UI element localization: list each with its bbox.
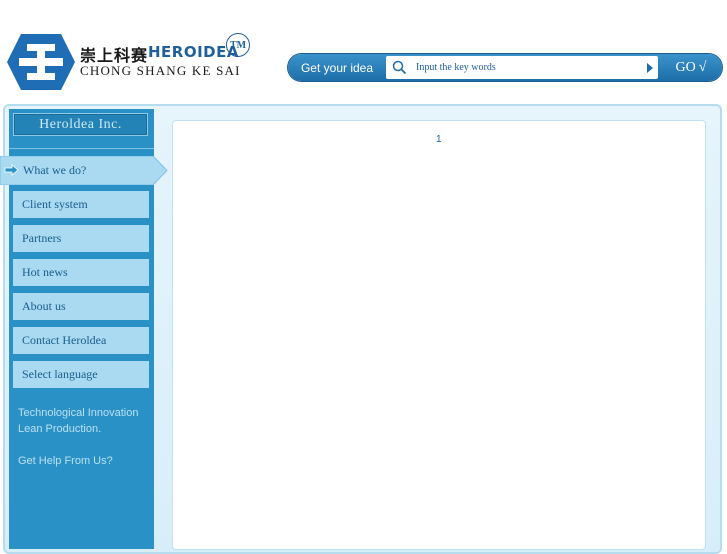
nav-item-about-us[interactable]: About us — [13, 293, 149, 320]
nav-item-select-language[interactable]: Select language — [13, 361, 149, 388]
company-name: Heroldea Inc. — [13, 113, 148, 136]
pointing-hand-icon — [4, 164, 19, 176]
search-box — [386, 56, 658, 79]
heroidea-logo-icon — [7, 34, 75, 90]
magnifier-icon — [392, 60, 407, 75]
content-panel — [172, 120, 706, 550]
tagline-lean: Lean Production. — [18, 423, 102, 435]
checkmark-icon: √ — [698, 59, 707, 75]
nav-item-what-we-do-label: What we do? — [23, 163, 87, 177]
sidebar-divider — [9, 148, 154, 149]
go-button[interactable]: GO √ — [660, 54, 722, 81]
search-label: Get your idea — [300, 60, 374, 75]
nav-item-hot-news[interactable]: Hot news — [13, 259, 149, 286]
nav-item-contact[interactable]: Contact Heroldea — [13, 327, 149, 354]
go-button-label: GO — [675, 59, 696, 75]
nav-item-partners[interactable]: Partners — [13, 225, 149, 252]
page-number[interactable]: 1 — [436, 134, 442, 145]
search-bar: Get your idea GO √ — [288, 54, 722, 81]
logo-pinyin-name: CHONG SHANG KE SAI — [80, 63, 241, 78]
help-link[interactable]: Get Help From Us? — [18, 455, 113, 467]
nav-item-client-system[interactable]: Client system — [13, 191, 149, 218]
tagline-innovation: Technological Innovation — [18, 407, 139, 419]
search-input[interactable] — [416, 56, 640, 79]
trademark-badge: TM — [226, 33, 250, 57]
play-arrow-icon[interactable] — [647, 63, 653, 73]
